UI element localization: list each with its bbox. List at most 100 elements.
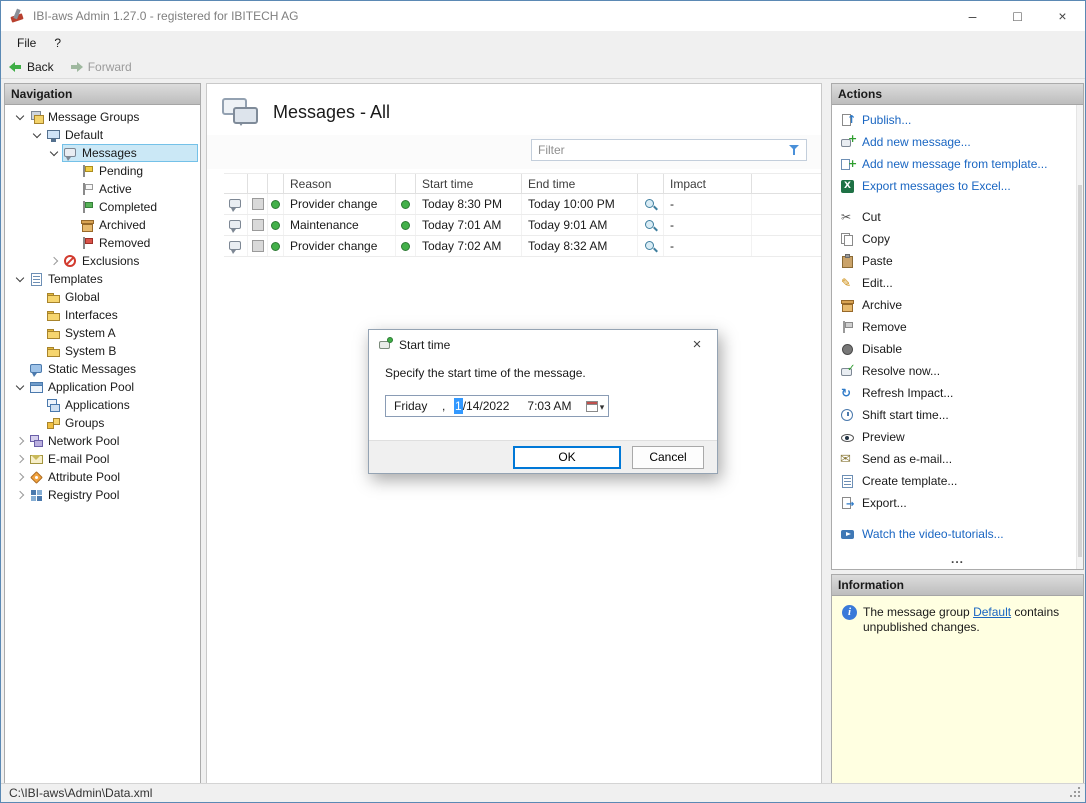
window-title: IBI-aws Admin 1.27.0 - registered for IB… [33, 9, 299, 23]
dialog-close-button[interactable]: × [677, 330, 717, 359]
tree-item-e-mail-pool[interactable]: E-mail Pool [5, 450, 200, 468]
column-header-start-time[interactable]: Start time [416, 174, 522, 194]
message-row[interactable]: Maintenance Today 7:01 AM Today 9:01 AM - [224, 215, 821, 236]
filter-input[interactable] [532, 143, 786, 157]
action-send-as-e-mail[interactable]: Send as e-mail... [832, 448, 1083, 470]
select-checkbox[interactable] [251, 219, 264, 231]
start-time-cell: Today 8:30 PM [416, 194, 522, 214]
action-copy[interactable]: Copy [832, 228, 1083, 250]
collapse-arrow-icon[interactable] [11, 270, 28, 288]
cell [248, 236, 268, 256]
column-header-reason[interactable]: Reason [284, 174, 396, 194]
tree-item-messages[interactable]: Messages [5, 144, 200, 162]
weekday-segment[interactable]: Friday [394, 399, 442, 413]
tree-item-groups[interactable]: Groups [5, 414, 200, 432]
back-button[interactable]: Back [9, 60, 54, 74]
minimize-button[interactable]: – [950, 1, 995, 31]
action-refresh-impact[interactable]: Refresh Impact... [832, 382, 1083, 404]
scrollbar-thumb[interactable] [1078, 185, 1082, 557]
expand-arrow-icon[interactable] [45, 252, 62, 270]
collapse-arrow-icon[interactable] [28, 126, 45, 144]
tree-item-system-b[interactable]: System B [5, 342, 200, 360]
date-rest-segment[interactable]: /14/2022 [463, 399, 510, 413]
tree-item-archived[interactable]: Archived [5, 216, 200, 234]
action-export-messages-to-excel[interactable]: Export messages to Excel... [832, 175, 1083, 197]
title-bar[interactable]: IBI-aws Admin 1.27.0 - registered for IB… [1, 1, 1085, 31]
message-icon [228, 239, 243, 254]
maximize-button[interactable]: □ [995, 1, 1040, 31]
tree-item-registry-pool[interactable]: Registry Pool [5, 486, 200, 504]
expand-arrow-icon[interactable] [11, 432, 28, 450]
ok-button[interactable]: OK [513, 445, 621, 469]
action-publish[interactable]: Publish... [832, 109, 1083, 131]
action-remove[interactable]: Remove [832, 316, 1083, 338]
action-label: Copy [862, 232, 891, 246]
tree-item-applications[interactable]: Applications [5, 396, 200, 414]
default-group-link[interactable]: Default [973, 605, 1011, 619]
cancel-button[interactable]: Cancel [632, 445, 704, 469]
month-segment-selected[interactable]: 1 [454, 398, 463, 414]
back-arrow-icon [9, 62, 22, 72]
calendar-dropdown-button[interactable] [582, 396, 608, 416]
time-segment[interactable]: 7:03 AM [527, 399, 571, 413]
action-resolve-now[interactable]: Resolve now... [832, 360, 1083, 382]
select-checkbox[interactable] [251, 198, 264, 210]
expand-arrow-icon[interactable] [11, 450, 28, 468]
action-preview[interactable]: Preview [832, 426, 1083, 448]
menu-help[interactable]: ? [45, 31, 70, 56]
tree-item-interfaces[interactable]: Interfaces [5, 306, 200, 324]
collapse-arrow-icon[interactable] [11, 378, 28, 396]
action-paste[interactable]: Paste [832, 250, 1083, 272]
tree-item-templates[interactable]: Templates [5, 270, 200, 288]
action-cut[interactable]: Cut [832, 206, 1083, 228]
action-create-template[interactable]: Create template... [832, 470, 1083, 492]
end-time-cell: Today 9:01 AM [522, 215, 638, 235]
filter-icon[interactable] [786, 142, 804, 158]
tree-item-static-messages[interactable]: Static Messages [5, 360, 200, 378]
tree-item-completed[interactable]: Completed [5, 198, 200, 216]
expand-arrow-icon[interactable] [11, 468, 28, 486]
main-header: Messages - All [207, 84, 821, 135]
forward-button[interactable]: Forward [70, 60, 132, 74]
tree-item-network-pool[interactable]: Network Pool [5, 432, 200, 450]
message-row[interactable]: Provider change Today 8:30 PM Today 10:00 … [224, 194, 821, 215]
select-checkbox[interactable] [251, 240, 264, 252]
action-add-new-message[interactable]: Add new message... [832, 131, 1083, 153]
action-export[interactable]: Export... [832, 492, 1083, 514]
action-edit[interactable]: Edit... [832, 272, 1083, 294]
tree-item-default[interactable]: Default [5, 126, 200, 144]
tree-item-active[interactable]: Active [5, 180, 200, 198]
resize-grip[interactable] [1070, 787, 1082, 799]
expand-arrow-icon[interactable] [11, 486, 28, 504]
close-button[interactable]: × [1040, 1, 1085, 31]
tree-item-global[interactable]: Global [5, 288, 200, 306]
tree-item-exclusions[interactable]: Exclusions [5, 252, 200, 270]
tree-item-attribute-pool[interactable]: Attribute Pool [5, 468, 200, 486]
collapse-arrow-icon[interactable] [11, 108, 28, 126]
menu-file[interactable]: File [8, 31, 45, 56]
tree-item-pending[interactable]: Pending [5, 162, 200, 180]
dialog-title-bar[interactable]: Start time × [369, 330, 717, 359]
datetime-picker[interactable]: Friday , 1 /14/2022 7:03 AM [385, 395, 609, 417]
tree-item-application-pool[interactable]: Application Pool [5, 378, 200, 396]
column-header-impact[interactable]: Impact [664, 174, 752, 194]
action-add-new-message-from-template[interactable]: Add new message from template... [832, 153, 1083, 175]
message-row[interactable]: Provider change Today 7:02 AM Today 8:32 A… [224, 236, 821, 257]
actions-overflow-button[interactable]: ... [832, 553, 1083, 568]
action-archive[interactable]: Archive [832, 294, 1083, 316]
tree-item-removed[interactable]: Removed [5, 234, 200, 252]
message-icon [228, 218, 243, 233]
actions-scrollbar[interactable] [1076, 105, 1083, 569]
tree-item-body: Messages [62, 144, 198, 162]
tree-item-label: Templates [48, 272, 103, 286]
tree-item-message-groups[interactable]: Message Groups [5, 108, 200, 126]
action-watch-the-video-tutorials[interactable]: Watch the video-tutorials... [832, 523, 1083, 545]
tree-item-system-a[interactable]: System A [5, 324, 200, 342]
dialog-message-icon [378, 337, 393, 352]
column-header-end-time[interactable]: End time [522, 174, 638, 194]
tree-item-body: Network Pool [28, 432, 198, 450]
collapse-arrow-icon[interactable] [45, 144, 62, 162]
action-shift-start-time[interactable]: Shift start time... [832, 404, 1083, 426]
action-disable[interactable]: Disable [832, 338, 1083, 360]
